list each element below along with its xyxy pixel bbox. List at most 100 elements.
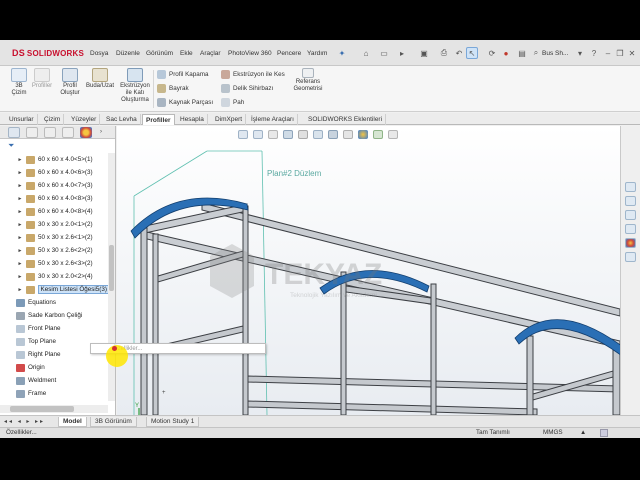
tree-item[interactable]: ► 50 x 30 x 2.6<2>(2): [0, 244, 110, 257]
edit-appearance-icon[interactable]: [358, 130, 368, 139]
tab-solidworks-addins[interactable]: SOLIDWORKS Eklentileri: [305, 114, 387, 125]
solidworks-logo[interactable]: DS SOLIDWORKS: [12, 48, 84, 58]
status-units-arrow-icon[interactable]: ▲: [580, 428, 586, 438]
3d-sketch-button[interactable]: 3B Çizim: [8, 68, 30, 97]
configuration-manager-tab-icon[interactable]: [44, 127, 56, 138]
tree-item[interactable]: ► 30 x 30 x 2.0<2>(4): [0, 270, 110, 283]
tree-item-selected[interactable]: ► Kesim Listesi Öğesi5(3): [0, 283, 110, 296]
tree-item[interactable]: ► 60 x 60 x 4.0<5>(1): [0, 153, 110, 166]
tree-item[interactable]: ► 50 x 30 x 2.6<3>(2): [0, 257, 110, 270]
pin-icon[interactable]: ✦: [336, 47, 348, 59]
restore-icon[interactable]: ❐: [614, 47, 626, 59]
menu-insert[interactable]: Ekle: [180, 50, 193, 57]
previous-view-icon[interactable]: [268, 130, 278, 139]
menu-file[interactable]: Dosya: [90, 50, 108, 57]
status-options-icon[interactable]: [600, 429, 608, 437]
panel-expand-icon[interactable]: ›: [100, 129, 102, 135]
view-orientation-icon[interactable]: [313, 130, 323, 139]
menu-help[interactable]: Yardım: [307, 50, 327, 57]
status-units[interactable]: MMGS: [543, 428, 563, 438]
chamfer-button[interactable]: Pah: [221, 98, 244, 107]
display-style-icon[interactable]: [328, 130, 338, 139]
tab-features[interactable]: Unsurlar: [6, 114, 38, 125]
tab-mold-tools[interactable]: İşleme Araçları: [248, 114, 298, 125]
property-manager-tab-icon[interactable]: [26, 127, 38, 138]
custom-properties-icon[interactable]: [625, 252, 636, 262]
zoom-to-fit-icon[interactable]: [238, 130, 248, 139]
minimize-icon[interactable]: –: [602, 47, 614, 59]
tree-item[interactable]: ► 50 x 30 x 2.6<1>(2): [0, 231, 110, 244]
tree-item[interactable]: Equations: [0, 296, 110, 309]
display-manager-tab-icon[interactable]: [80, 127, 92, 138]
tree-item[interactable]: Sade Karbon Çeliği: [0, 309, 110, 322]
new-document-icon[interactable]: ▭: [378, 47, 390, 59]
tree-item[interactable]: Front Plane: [0, 322, 110, 335]
tab-sketch[interactable]: Çizim: [41, 114, 65, 125]
file-explorer-icon[interactable]: [625, 210, 636, 220]
filter-icon[interactable]: ⏷: [8, 141, 14, 151]
expand-arrow-icon[interactable]: ►: [16, 235, 24, 241]
gusset-button[interactable]: Bayrak: [157, 84, 189, 93]
expand-arrow-icon[interactable]: ►: [16, 261, 24, 267]
tree-item[interactable]: ► 60 x 60 x 4.0<6>(3): [0, 166, 110, 179]
menu-window[interactable]: Pencere: [277, 50, 301, 57]
view-palette-icon[interactable]: [625, 224, 636, 234]
tree-hscroll-thumb[interactable]: [10, 406, 74, 412]
tab-evaluate[interactable]: Hesapla: [177, 114, 208, 125]
undo-icon[interactable]: ↶: [453, 47, 465, 59]
help-icon[interactable]: ?: [588, 47, 600, 59]
tree-item[interactable]: Weldment: [0, 374, 110, 387]
hole-wizard-button[interactable]: Delik Sihirbazı: [221, 84, 273, 93]
tree-item[interactable]: Origin: [0, 361, 110, 374]
tree-item[interactable]: ► 60 x 60 x 4.0<8>(4): [0, 205, 110, 218]
tab-3d-views[interactable]: 3B Görünüm: [90, 417, 137, 427]
expand-arrow-icon[interactable]: ►: [16, 209, 24, 215]
tree-horizontal-scrollbar[interactable]: [0, 405, 108, 413]
rebuild-traffic-light-icon[interactable]: ●: [500, 47, 512, 59]
expand-arrow-icon[interactable]: ►: [16, 287, 24, 293]
rebuild-icon[interactable]: ⟳: [486, 47, 498, 59]
print-icon[interactable]: ⎙: [438, 47, 450, 59]
expand-arrow-icon[interactable]: ►: [16, 183, 24, 189]
search-commands-field[interactable]: Bus Sh...: [542, 50, 568, 57]
tab-dimxpert[interactable]: DimXpert: [212, 114, 247, 125]
menu-edit[interactable]: Düzenle: [116, 50, 140, 57]
apply-scene-icon[interactable]: [373, 130, 383, 139]
section-view-icon[interactable]: [283, 130, 293, 139]
profiles-button[interactable]: Profiller: [30, 68, 54, 90]
tab-model[interactable]: Model: [58, 417, 87, 427]
tree-item[interactable]: ► 60 x 60 x 4.0<7>(3): [0, 179, 110, 192]
home-icon[interactable]: ⌂: [360, 47, 372, 59]
trim-extend-button[interactable]: Buda/Uzat: [84, 68, 116, 90]
expand-arrow-icon[interactable]: ►: [16, 157, 24, 163]
expand-arrow-icon[interactable]: ►: [16, 170, 24, 176]
file-properties-icon[interactable]: ▤: [516, 47, 528, 59]
expand-arrow-icon[interactable]: ►: [16, 274, 24, 280]
appearances-icon[interactable]: [625, 238, 636, 248]
end-cap-button[interactable]: Profil Kapama: [157, 70, 209, 79]
expand-arrow-icon[interactable]: ►: [16, 222, 24, 228]
tab-motion-study[interactable]: Motion Study 1: [146, 417, 200, 427]
tab-weldments[interactable]: Profiller: [142, 114, 175, 125]
tab-sheet-metal[interactable]: Sac Levha: [103, 114, 141, 125]
tab-nav-arrows-icon[interactable]: ◂◂ ◂ ▸ ▸▸: [4, 418, 45, 425]
dimxpert-manager-tab-icon[interactable]: [62, 127, 74, 138]
expand-arrow-icon[interactable]: ►: [16, 248, 24, 254]
save-icon[interactable]: ▣: [418, 47, 430, 59]
close-icon[interactable]: ✕: [626, 47, 638, 59]
tree-item[interactable]: Frame: [0, 387, 110, 400]
weld-bead-button[interactable]: Kaynak Parçası: [157, 98, 213, 107]
tree-item[interactable]: ► 30 x 30 x 2.0<1>(2): [0, 218, 110, 231]
menu-tools[interactable]: Araçlar: [200, 50, 221, 57]
feature-tree-tab-icon[interactable]: [8, 127, 20, 138]
select-cursor-icon[interactable]: ↖: [466, 47, 478, 59]
hide-show-items-icon[interactable]: [343, 130, 353, 139]
tab-surfaces[interactable]: Yüzeyler: [68, 114, 101, 125]
expand-arrow-icon[interactable]: ►: [16, 196, 24, 202]
design-library-icon[interactable]: [625, 196, 636, 206]
menu-photoview[interactable]: PhotoView 360: [228, 50, 272, 57]
reference-geometry-button[interactable]: Referans Geometrisi: [290, 68, 326, 93]
search-icon[interactable]: ⌕: [530, 47, 542, 59]
extruded-cut-button[interactable]: Ekstrüzyon ile Kes: [221, 70, 285, 79]
graphics-viewport[interactable]: TEKYAZ Teknolojik Yazılım ve Akademi Pla…: [117, 126, 620, 415]
